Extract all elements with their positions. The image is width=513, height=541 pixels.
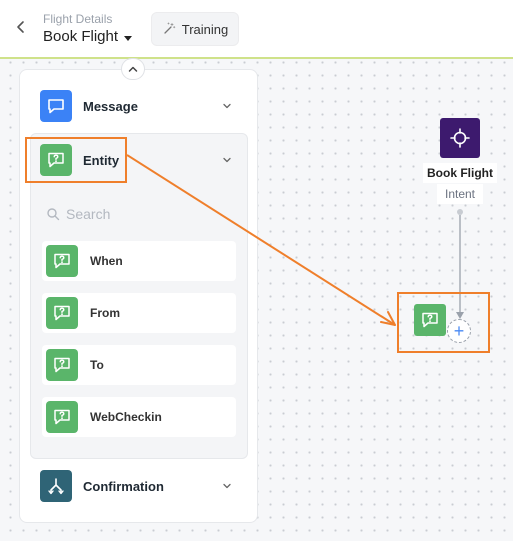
entity-item-from[interactable]: From: [42, 293, 236, 333]
question-bubble-icon: [40, 144, 72, 176]
category-message[interactable]: Message: [20, 86, 257, 126]
entity-item-label: When: [90, 254, 123, 268]
page-title: Book Flight: [43, 28, 119, 45]
training-label: Training: [181, 21, 229, 37]
category-label: Message: [83, 98, 138, 114]
training-button[interactable]: Training: [151, 12, 239, 46]
plus-icon: +: [453, 321, 465, 341]
intent-node-name: Book Flight: [423, 163, 497, 183]
connector-start-dot: [457, 209, 463, 215]
entity-item-label: To: [90, 358, 104, 372]
breadcrumb: Flight Details: [43, 12, 113, 26]
entity-item-when[interactable]: When: [42, 241, 236, 281]
category-label: Entity: [83, 152, 120, 168]
flow-title-dropdown[interactable]: Book Flight: [43, 28, 133, 45]
category-confirmation[interactable]: Confirmation: [20, 466, 257, 506]
question-bubble-icon: [46, 245, 78, 277]
chevron-up-icon: [128, 66, 138, 72]
entity-item-label: From: [90, 306, 120, 320]
crosshair-target-icon: [450, 128, 470, 148]
collapse-panel-button[interactable]: [121, 58, 145, 80]
search-icon: [47, 208, 60, 221]
magic-wand-icon: [164, 22, 175, 34]
category-label: Confirmation: [83, 478, 164, 494]
chevron-down-icon: [223, 157, 231, 163]
top-header: Flight Details Book Flight Training: [0, 0, 513, 59]
intent-node-type: Intent: [437, 184, 483, 204]
connector-arrowhead: [456, 312, 464, 319]
entity-search-input[interactable]: Search: [46, 206, 110, 222]
back-button[interactable]: [12, 18, 30, 36]
entity-item-to[interactable]: To: [42, 345, 236, 385]
question-bubble-icon: [46, 297, 78, 329]
question-bubble-icon: [422, 312, 438, 328]
intent-node[interactable]: [440, 118, 480, 158]
fork-arrows-icon: [40, 470, 72, 502]
dropped-entity-node[interactable]: [414, 304, 446, 336]
question-bubble-icon: [46, 349, 78, 381]
add-node-button[interactable]: +: [447, 319, 471, 343]
chevron-left-icon: [17, 21, 24, 33]
category-entity[interactable]: Entity: [20, 140, 257, 180]
entity-item-label: WebCheckin: [90, 410, 162, 424]
entity-item-webcheckin[interactable]: WebCheckin: [42, 397, 236, 437]
drag-arrowhead: [380, 311, 396, 326]
question-bubble-icon: [46, 401, 78, 433]
search-placeholder: Search: [66, 206, 111, 222]
chevron-down-icon: [223, 483, 231, 489]
chat-bubble-icon: [40, 90, 72, 122]
chevron-down-icon: [223, 103, 231, 109]
caret-down-icon: [124, 35, 133, 41]
